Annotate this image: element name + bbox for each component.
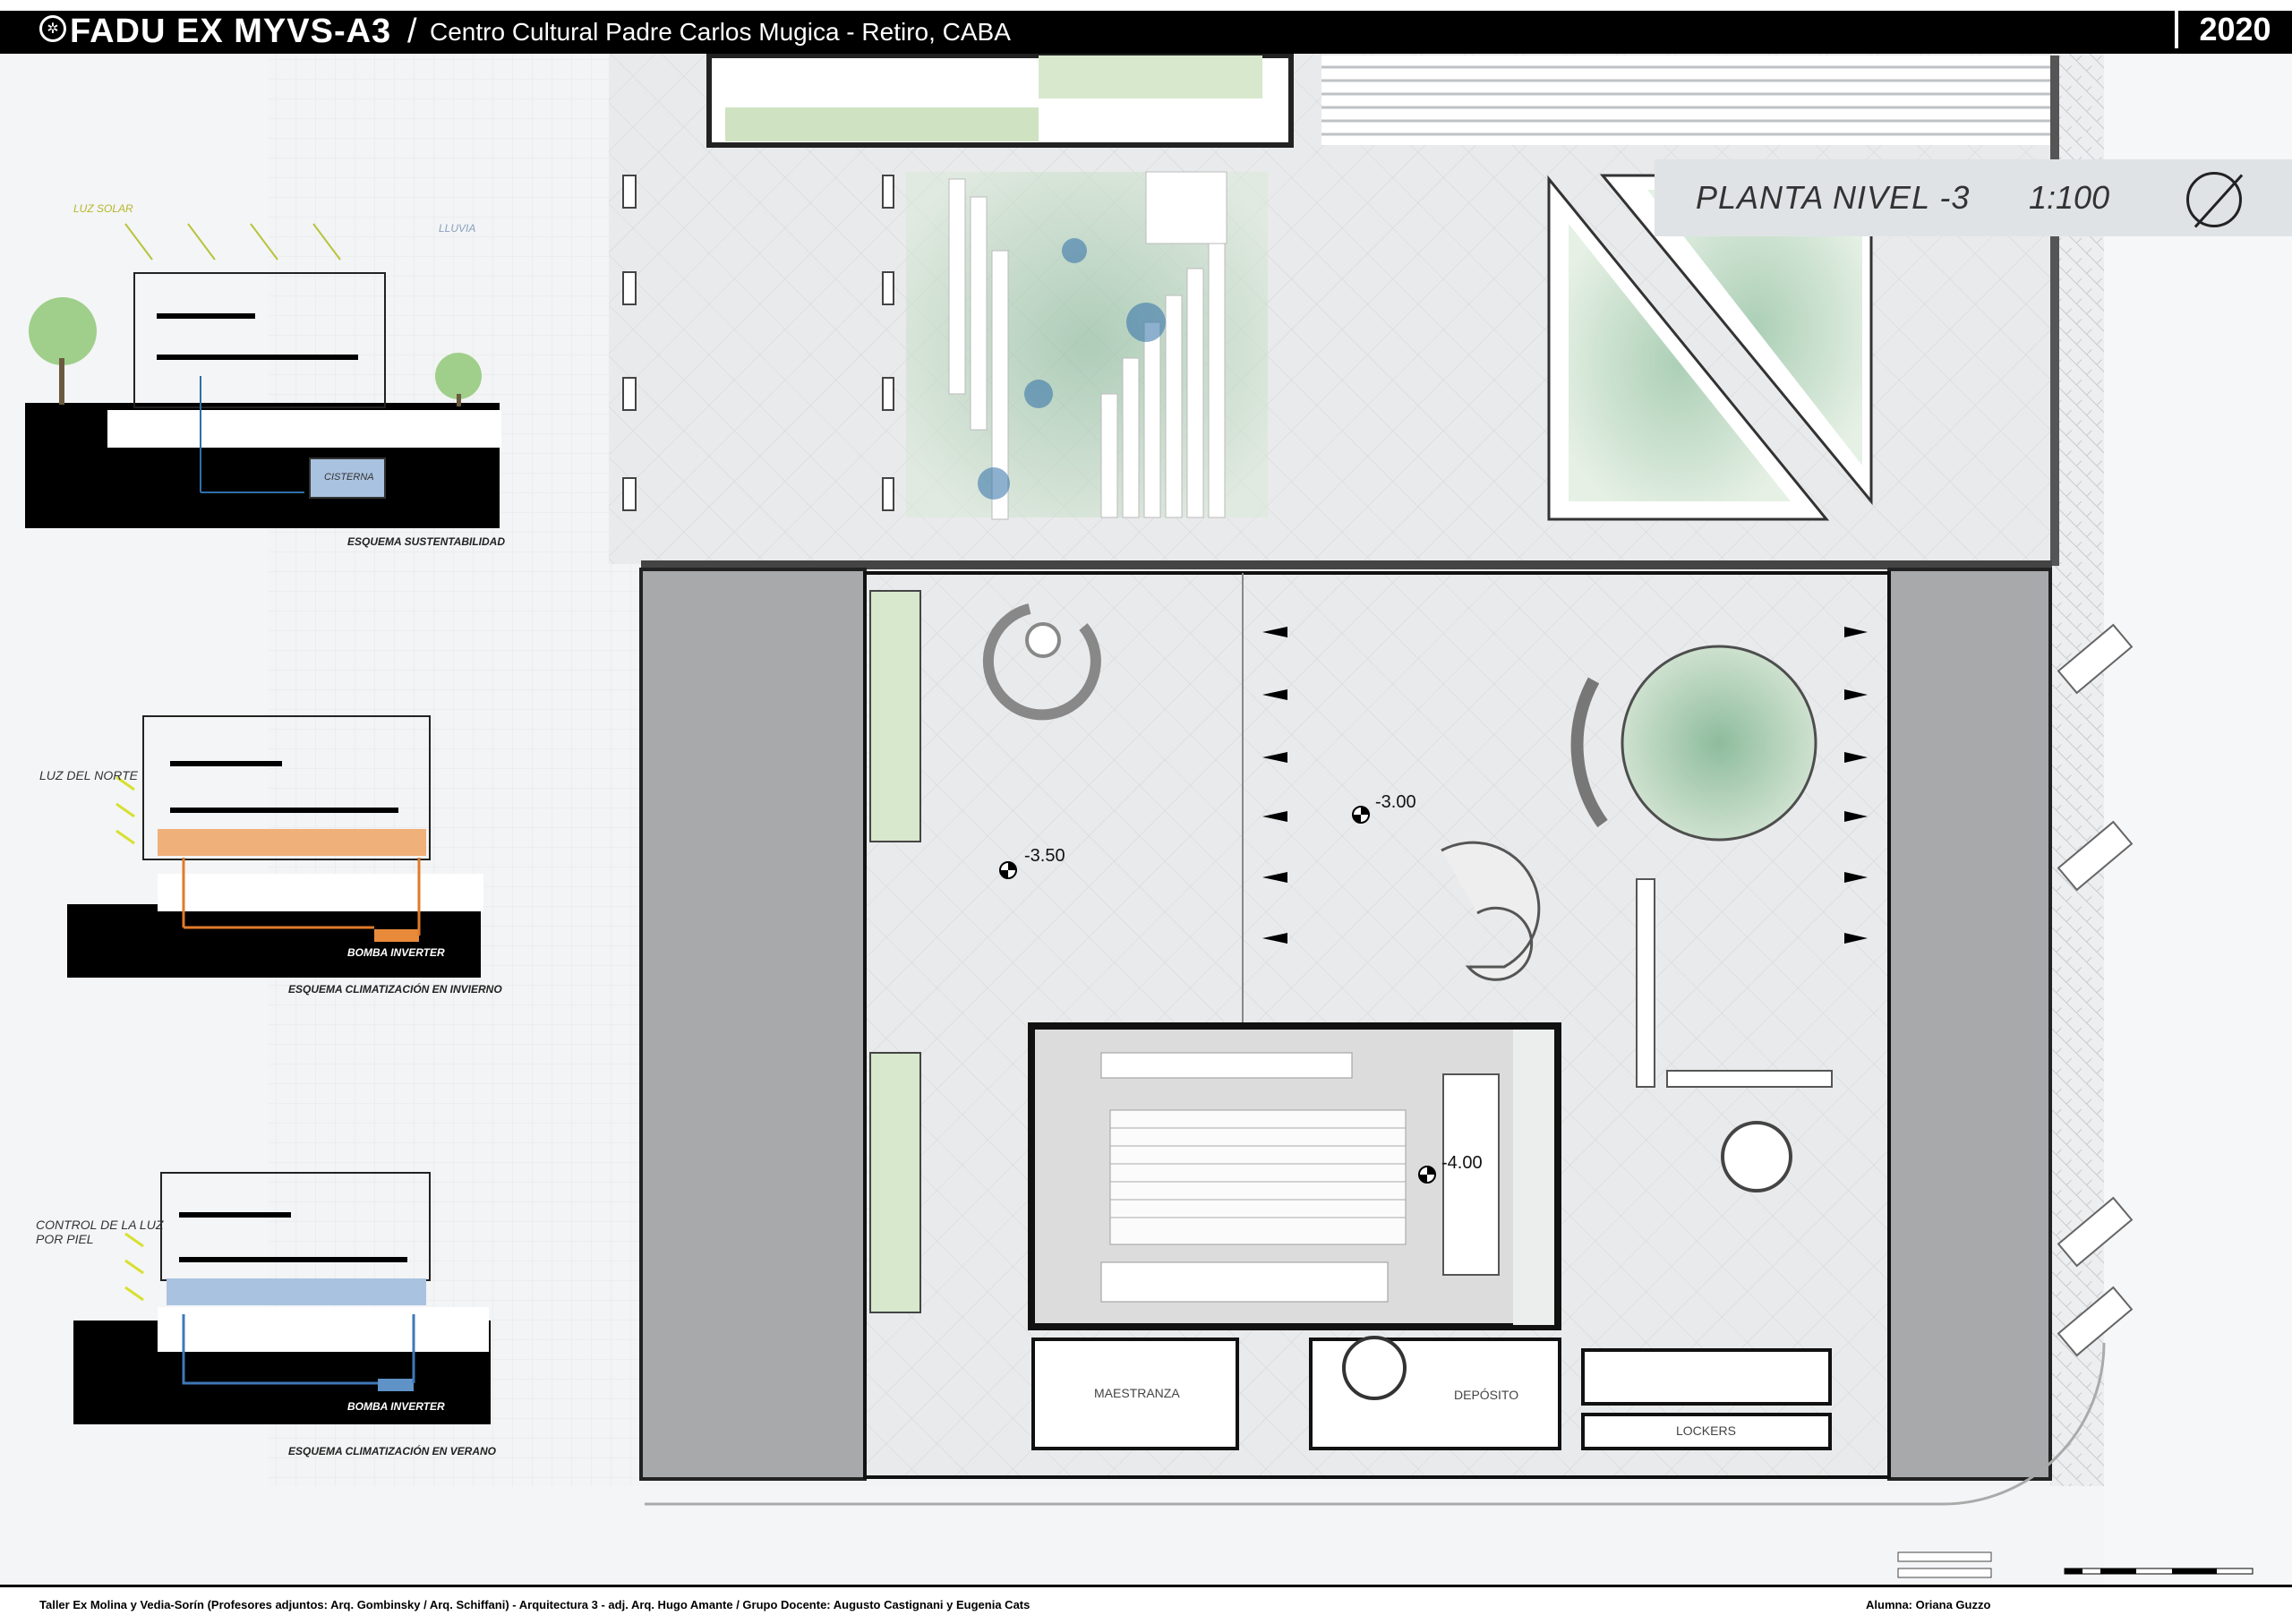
level-label: -3.00 [1375, 792, 1416, 812]
scheme-caption-verano: ESQUEMA CLIMATIZACIÓN EN VERANO [288, 1445, 497, 1457]
plan-title: PLANTA NIVEL -3 [1696, 179, 1971, 216]
scheme-caption-sustentabilidad: ESQUEMA SUSTENTABILIDAD [347, 535, 506, 548]
scheme-luz-norte: LUZ DEL NORTE [39, 768, 138, 782]
header-separator: / [407, 13, 417, 50]
scheme-caption-invierno: ESQUEMA CLIMATIZACIÓN EN INVIERNO [288, 983, 502, 996]
scheme-cisterna: CISTERNA [324, 472, 374, 483]
header-year: 2020 [2175, 11, 2292, 48]
fadu-seal-icon: ✲ [39, 15, 66, 42]
page-footer: Taller Ex Molina y Vedia-Sorín (Profesor… [0, 1585, 2292, 1624]
level-label: -4.00 [1441, 1153, 1483, 1173]
scheme-luz-solar: LUZ SOLAR [73, 202, 133, 215]
header-title: FADU EX MYVS-A3 [70, 13, 392, 50]
header-bar: ✲ FADU EX MYVS-A3 / Centro Cultural Padr… [0, 11, 2292, 50]
level-label: -3.50 [1024, 846, 1065, 866]
page-header: ✲ FADU EX MYVS-A3 / Centro Cultural Padr… [0, 0, 2292, 54]
scheme-lluvia: LLUVIA [439, 222, 476, 235]
plan-scale: 1:100 [2029, 179, 2110, 216]
room-lockers: LOCKERS [1676, 1423, 1736, 1438]
plan-title-box: PLANTA NIVEL -3 1:100 [1655, 159, 2292, 236]
scheme-control-luz-piel: POR PIEL [36, 1232, 94, 1246]
room-maestranza: MAESTRANZA [1094, 1386, 1180, 1400]
header-subtitle: Centro Cultural Padre Carlos Mugica - Re… [430, 18, 1011, 46]
footer-credits: Taller Ex Molina y Vedia-Sorín (Profesor… [39, 1598, 1031, 1611]
room-deposito: DEPÓSITO [1454, 1388, 1519, 1402]
scheme-bomba-invierno: BOMBA INVERTER [347, 946, 445, 959]
scheme-control-luz: CONTROL DE LA LUZ [36, 1218, 164, 1232]
floor-plan-drawing [0, 53, 2292, 1585]
scheme-bomba-verano: BOMBA INVERTER [347, 1400, 445, 1413]
north-arrow-icon [2186, 172, 2244, 228]
footer-student: Alumna: Oriana Guzzo [1866, 1598, 1991, 1611]
